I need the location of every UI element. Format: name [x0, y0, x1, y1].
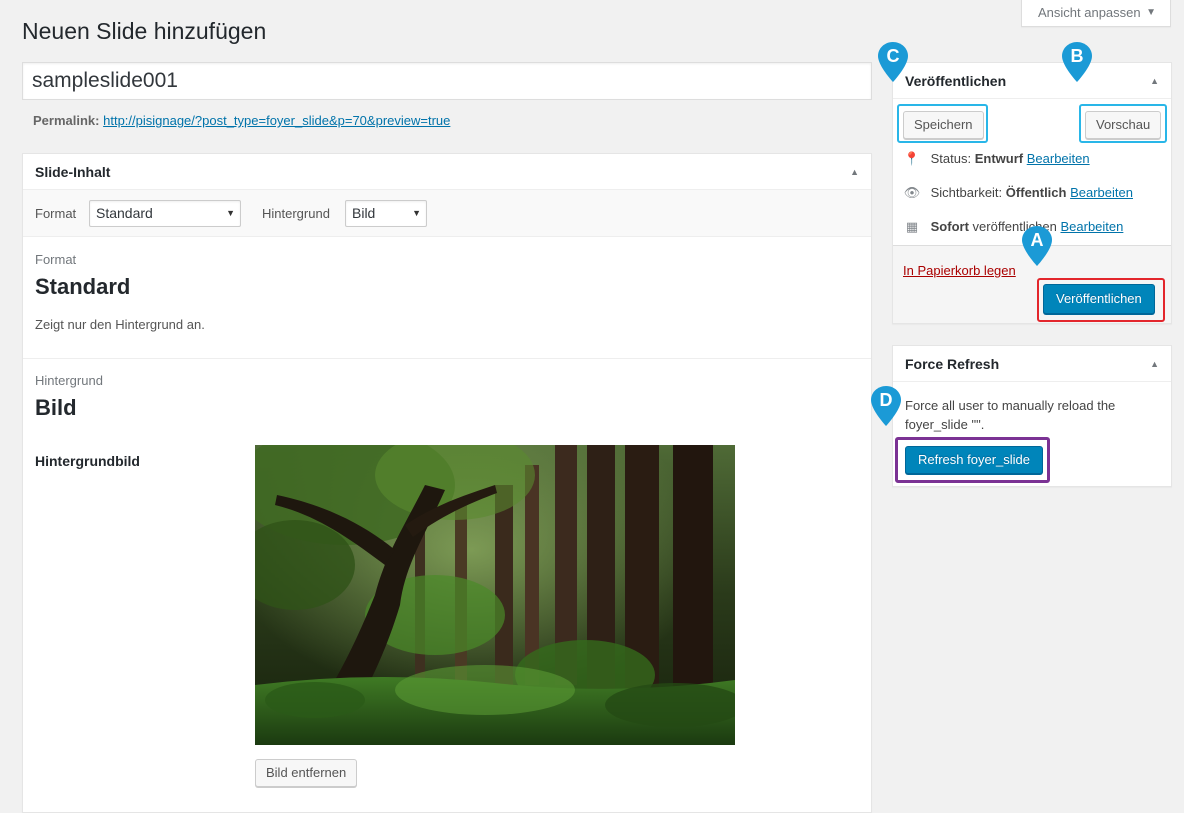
status-row: 📍 Status: Entwurf Bearbeiten	[903, 151, 1090, 167]
marker-b-icon: B	[1062, 42, 1092, 82]
trash-link[interactable]: In Papierkorb legen	[903, 263, 1016, 278]
post-title-input[interactable]: sampleslide001	[22, 62, 872, 100]
chevron-down-icon: ▼	[226, 208, 235, 218]
remove-image-button[interactable]: Bild entfernen	[255, 759, 358, 787]
page-title: Neuen Slide hinzufügen	[22, 18, 267, 44]
background-image-preview[interactable]	[255, 445, 735, 745]
eye-icon: 👁	[903, 185, 921, 200]
format-section-description: Zeigt nur den Hintergrund an.	[35, 317, 205, 332]
slide-content-box: Slide-Inhalt ▲ Format Standard ▼ Hinterg…	[22, 153, 872, 813]
background-image-label: Hintergrundbild	[35, 453, 140, 469]
marker-c-icon: C	[878, 42, 908, 82]
visibility-value: Öffentlich	[1005, 185, 1067, 200]
format-section-value: Standard	[35, 274, 131, 299]
background-section-label: Hintergrund	[35, 373, 103, 388]
highlight-preview	[1079, 104, 1167, 143]
marker-d-icon: D	[871, 386, 901, 426]
permalink-row: Permalink: http://pisignage/?post_type=f…	[33, 113, 450, 128]
background-select-value: Bild	[352, 205, 376, 221]
permalink-label: Permalink:	[33, 113, 100, 128]
schedule-strong: Sofort	[930, 219, 969, 234]
visibility-row: 👁 Sichtbarkeit: Öffentlich Bearbeiten	[903, 185, 1133, 201]
slide-content-title: Slide-Inhalt	[35, 164, 111, 180]
format-bar: Format Standard ▼ Hintergrund Bild ▼	[23, 190, 871, 237]
background-select-label: Hintergrund	[262, 206, 330, 221]
highlight-publish	[1037, 278, 1165, 322]
calendar-icon: ▦	[905, 219, 919, 234]
status-value: Entwurf	[974, 151, 1024, 166]
publish-title: Veröffentlichen	[905, 73, 1007, 89]
pin-icon: 📍	[903, 151, 921, 166]
force-refresh-title: Force Refresh	[905, 356, 1000, 372]
collapse-arrow-icon[interactable]: ▲	[1150, 63, 1159, 99]
marker-d-label: D	[879, 390, 893, 410]
forest-image	[255, 445, 735, 745]
slide-content-header[interactable]: Slide-Inhalt ▲	[23, 154, 871, 190]
highlight-save	[897, 104, 988, 143]
status-label: Status:	[930, 151, 972, 166]
schedule-edit-link[interactable]: Bearbeiten	[1060, 219, 1123, 234]
status-edit-link[interactable]: Bearbeiten	[1027, 151, 1090, 166]
format-select-label: Format	[35, 206, 77, 221]
permalink-link[interactable]: http://pisignage/?post_type=foyer_slide&…	[103, 113, 450, 128]
screen-options-label: Ansicht anpassen	[1038, 5, 1141, 20]
chevron-down-icon: ▼	[412, 208, 421, 218]
format-select-value: Standard	[96, 205, 153, 221]
marker-a-icon: A	[1022, 226, 1052, 266]
visibility-edit-link[interactable]: Bearbeiten	[1070, 185, 1133, 200]
highlight-refresh	[895, 437, 1050, 483]
format-section-label: Format	[35, 252, 77, 267]
collapse-arrow-icon[interactable]: ▲	[850, 154, 859, 190]
marker-c-label: C	[886, 46, 900, 66]
publish-header[interactable]: Veröffentlichen ▲	[893, 63, 1171, 99]
force-refresh-header[interactable]: Force Refresh ▲	[893, 346, 1171, 382]
force-refresh-description: Force all user to manually reload the fo…	[905, 398, 1116, 432]
caret-down-icon: ▼	[1146, 7, 1156, 18]
visibility-label: Sichtbarkeit:	[930, 185, 1003, 200]
background-section-value: Bild	[35, 395, 77, 420]
format-select[interactable]: Standard ▼	[89, 200, 241, 227]
marker-a-label: A	[1030, 230, 1044, 250]
format-section: Format Standard Zeigt nur den Hintergrun…	[23, 238, 871, 358]
collapse-arrow-icon[interactable]: ▲	[1150, 346, 1159, 382]
schedule-row: ▦ Sofort veröffentlichen Bearbeiten	[903, 219, 1124, 235]
screen-options-toggle[interactable]: Ansicht anpassen ▼	[1021, 0, 1171, 27]
marker-b-label: B	[1070, 46, 1084, 66]
background-select[interactable]: Bild ▼	[345, 200, 427, 227]
